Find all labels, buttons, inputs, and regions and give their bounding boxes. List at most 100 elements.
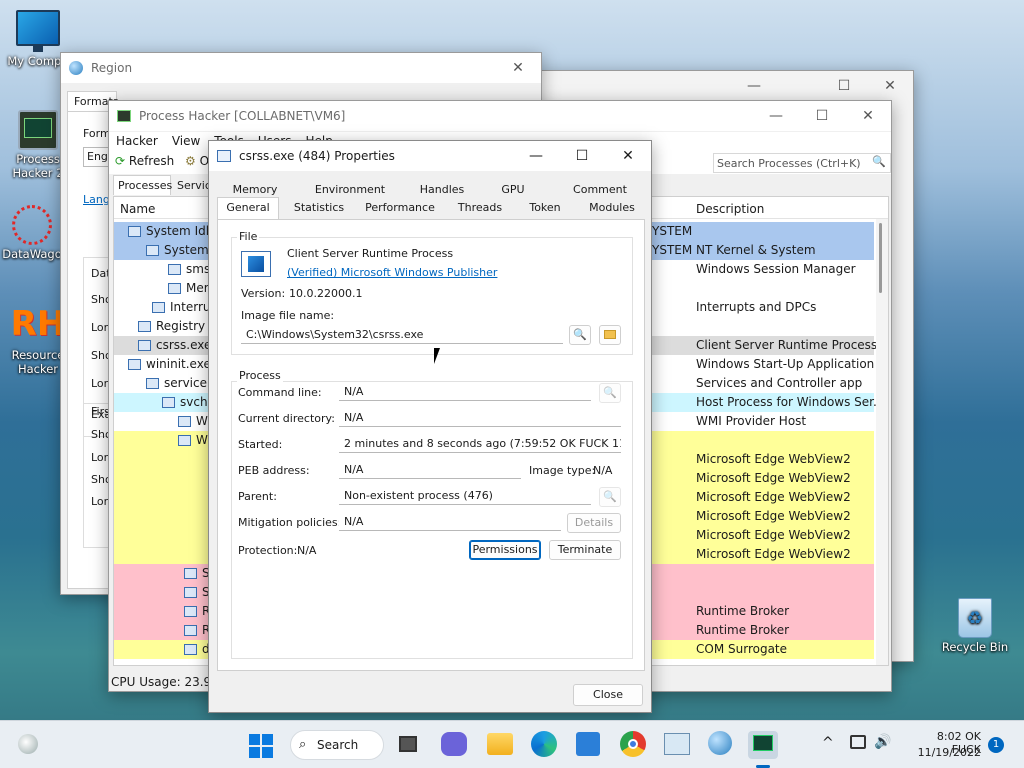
process-description: Microsoft Edge WebView2	[696, 528, 851, 542]
details-button[interactable]: Details	[567, 513, 621, 533]
tab-environment[interactable]: Environment	[307, 183, 393, 196]
tab-performance[interactable]: Performance	[365, 201, 435, 214]
close-button[interactable]: Close	[573, 684, 643, 706]
teams-chat-icon[interactable]	[441, 732, 467, 756]
process-hacker-taskbar-icon[interactable]	[748, 731, 778, 759]
command-line-label: Command line:	[238, 386, 322, 399]
column-description[interactable]: Description	[696, 202, 764, 216]
region-row-label: Lor	[91, 495, 109, 508]
desktop-icon-recycle-bin[interactable]: ♻ Recycle Bin	[935, 598, 1015, 654]
version-value: 10.0.22000.1	[289, 287, 363, 300]
inspect-button[interactable]: 🔍	[569, 325, 591, 345]
mitigation-policies-field[interactable]: N/A	[339, 513, 561, 531]
ph-titlebar[interactable]: Process Hacker [COLLABNET\VM6] — ☐ ✕	[109, 101, 891, 131]
executable-icon	[241, 251, 271, 277]
notification-badge[interactable]: 1	[988, 737, 1004, 753]
open-folder-button[interactable]	[599, 325, 621, 345]
maximize-icon[interactable]: ☐	[821, 71, 867, 101]
menu-view[interactable]: View	[172, 134, 200, 150]
process-name: csrss.exe	[156, 338, 212, 352]
file-explorer-icon[interactable]	[487, 733, 513, 755]
show-hidden-icons-chevron-icon[interactable]: ^	[822, 735, 834, 751]
process-name: System Idl	[146, 224, 210, 238]
process-description: Services and Controller app	[696, 376, 863, 390]
process-description: Runtime Broker	[696, 604, 790, 618]
start-button[interactable]	[249, 734, 273, 758]
tab-services[interactable]: Service	[173, 177, 213, 195]
app-icon-region[interactable]	[708, 731, 732, 755]
command-line-inspect-button[interactable]: 🔍	[599, 383, 621, 403]
parent-inspect-button[interactable]: 🔍	[599, 487, 621, 507]
network-icon[interactable]	[850, 735, 866, 749]
task-view-icon[interactable]	[399, 736, 417, 752]
close-icon[interactable]: ✕	[845, 101, 891, 131]
search-input[interactable]: Search Processes (Ctrl+K) 🔍	[713, 153, 891, 173]
process-icon	[168, 264, 181, 275]
refresh-button[interactable]: ⟳ Refresh	[115, 154, 174, 168]
permissions-button[interactable]: Permissions	[469, 540, 541, 560]
volume-icon[interactable]: 🔊	[874, 734, 891, 750]
image-file-path[interactable]: C:\Windows\System32\csrss.exe	[241, 326, 563, 344]
process-icon	[138, 340, 151, 351]
image-type-value: N/A	[593, 464, 613, 477]
mouse-cursor	[434, 348, 440, 364]
process-description: WMI Provider Host	[696, 414, 807, 428]
close-icon[interactable]: ✕	[605, 141, 651, 171]
parent-field[interactable]: Non-existent process (476)	[339, 487, 591, 505]
app-icon-monitor[interactable]	[664, 733, 690, 755]
process-icon	[146, 378, 159, 389]
close-icon[interactable]: ✕	[495, 53, 541, 83]
process-description: Microsoft Edge WebView2	[696, 452, 851, 466]
properties-dialog[interactable]: csrss.exe (484) Properties — ☐ ✕ Memory …	[208, 140, 652, 713]
tab-processes[interactable]: Processes	[113, 175, 172, 195]
close-icon[interactable]: ✕	[867, 71, 913, 101]
region-format-label: Form	[83, 127, 111, 140]
process-icon	[178, 416, 191, 427]
process-icon	[184, 587, 197, 598]
process-icon	[184, 606, 197, 617]
minimize-icon[interactable]: —	[731, 71, 777, 101]
tab-threads[interactable]: Threads	[455, 201, 505, 214]
tab-comment[interactable]: Comment	[565, 183, 635, 196]
tab-modules[interactable]: Modules	[587, 201, 637, 214]
parent-label: Parent:	[238, 490, 277, 503]
clock-date[interactable]: 11/19/2022	[905, 746, 981, 759]
started-field[interactable]: 2 minutes and 8 seconds ago (7:59:52 OK …	[339, 435, 621, 453]
menu-hacker[interactable]: Hacker	[116, 134, 158, 150]
store-icon[interactable]	[576, 732, 600, 756]
maximize-icon[interactable]: ☐	[559, 141, 605, 171]
props-titlebar[interactable]: csrss.exe (484) Properties — ☐ ✕	[209, 141, 651, 171]
process-description: Host Process for Windows Ser...	[696, 395, 885, 409]
process-name: service	[164, 376, 207, 390]
region-language-link[interactable]: Lang	[83, 193, 110, 206]
process-description: Microsoft Edge WebView2	[696, 490, 851, 504]
process-description: NT Kernel & System	[696, 243, 816, 257]
publisher-link[interactable]: (Verified) Microsoft Windows Publisher	[287, 266, 497, 279]
weather-icon[interactable]	[18, 734, 38, 754]
image-file-label: Image file name:	[241, 309, 335, 322]
maximize-icon[interactable]: ☐	[799, 101, 845, 131]
taskbar-search[interactable]: ⌕ Search	[290, 730, 384, 760]
options-button[interactable]: ⚙ O	[185, 154, 209, 168]
region-titlebar[interactable]: Region ✕	[61, 53, 541, 83]
tab-memory[interactable]: Memory	[229, 183, 281, 196]
column-name[interactable]: Name	[120, 202, 155, 216]
protection-label: Protection:	[238, 544, 298, 557]
terminate-button[interactable]: Terminate	[549, 540, 621, 560]
process-description: Client Server Runtime Process	[696, 338, 878, 352]
tab-token[interactable]: Token	[525, 201, 565, 214]
peb-address-field[interactable]: N/A	[339, 461, 521, 479]
process-name: Mer	[186, 281, 209, 295]
tab-gpu[interactable]: GPU	[493, 183, 533, 196]
search-icon: ⌕	[299, 737, 307, 752]
edge-icon[interactable]	[531, 731, 557, 757]
vertical-scrollbar[interactable]	[876, 219, 888, 665]
tab-handles[interactable]: Handles	[409, 183, 475, 196]
minimize-icon[interactable]: —	[753, 101, 799, 131]
current-directory-field[interactable]: N/A	[339, 409, 621, 427]
chrome-icon[interactable]	[620, 731, 646, 757]
command-line-field[interactable]: N/A	[339, 383, 591, 401]
tab-general[interactable]: General	[217, 197, 279, 219]
tab-statistics[interactable]: Statistics	[289, 201, 349, 214]
minimize-icon[interactable]: —	[513, 141, 559, 171]
